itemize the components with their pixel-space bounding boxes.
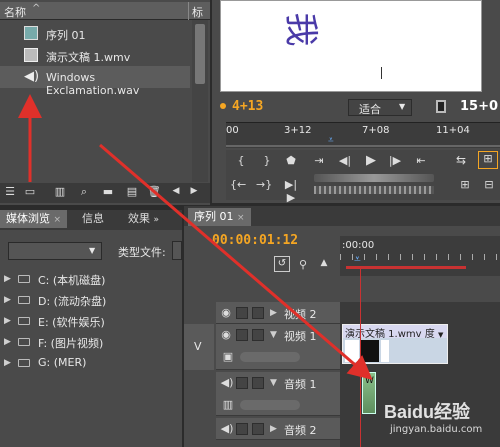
watermark-url: jingyan.baidu.com bbox=[390, 424, 483, 435]
arrow-to-audio-clip bbox=[99, 143, 373, 380]
baidu-logo: Baidu经验 bbox=[384, 402, 471, 422]
annotation-arrows bbox=[18, 94, 373, 380]
watermark: Baidu经验 jingyan.baidu.com bbox=[380, 396, 498, 444]
